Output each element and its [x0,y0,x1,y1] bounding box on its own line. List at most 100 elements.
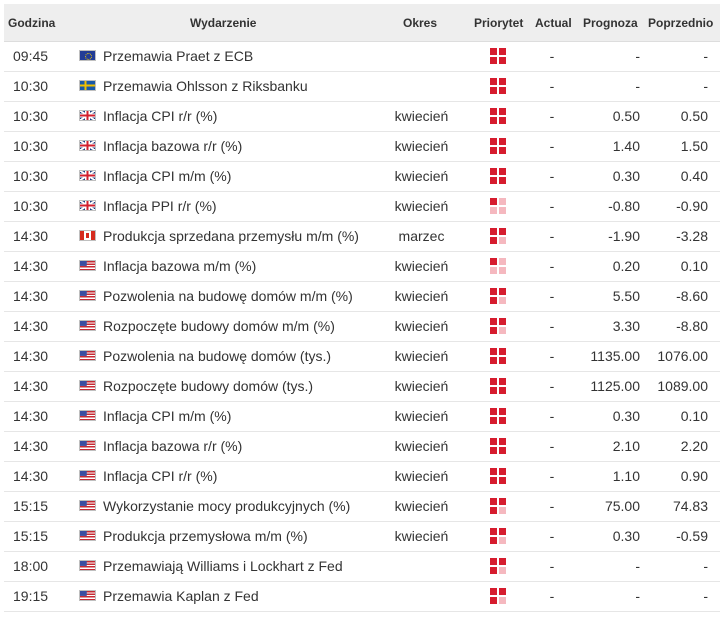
event-forecast: - [635,78,640,94]
gb-flag-icon [79,140,96,151]
event-forecast: 0.30 [612,408,640,424]
header-forecast[interactable]: Prognoza [583,16,638,30]
event-name[interactable]: Przemawia Praet z ECB [103,48,403,64]
table-row[interactable]: 14:30 Pozwolenia na budowę domów (tys.) kw… [4,342,720,372]
event-time: 19:15 [13,588,49,604]
event-name[interactable]: Pozwolenia na budowę domów m/m (%) [103,288,403,304]
priority-icon [490,408,506,424]
event-previous: 2.20 [680,438,708,454]
table-row[interactable]: 18:00 Przemawiają Williams i Lockhart z F… [4,552,720,582]
event-previous: -8.60 [676,288,708,304]
priority-icon [490,48,506,64]
event-time: 14:30 [13,228,49,244]
event-actual: - [549,138,555,154]
table-row[interactable]: 10:30 Inflacja PPI r/r (%) kwiecień - -0.80 -… [4,192,720,222]
table-row[interactable]: 19:15 Przemawia Kaplan z Fed - - - [4,582,720,612]
event-actual: - [549,228,555,244]
event-forecast: - [635,48,640,64]
table-row[interactable]: 14:30 Rozpoczęte budowy domów m/m (%) kwie… [4,312,720,342]
event-actual: - [549,498,555,514]
event-name[interactable]: Rozpoczęte budowy domów m/m (%) [103,318,403,334]
event-name[interactable]: Inflacja PPI r/r (%) [103,198,403,214]
event-previous: - [703,558,708,574]
event-name[interactable]: Inflacja bazowa r/r (%) [103,438,403,454]
priority-icon [490,258,506,274]
event-time: 10:30 [13,168,49,184]
header-previous[interactable]: Poprzednio [648,16,713,30]
table-row[interactable]: 15:15 Wykorzystanie mocy produkcyjnych (%… [4,492,720,522]
event-previous: 0.10 [680,258,708,274]
event-time: 15:15 [13,498,49,514]
event-period: kwiecień [394,108,449,124]
event-forecast: -1.90 [608,228,640,244]
event-time: 14:30 [13,468,49,484]
priority-icon [490,228,506,244]
event-name[interactable]: Pozwolenia na budowę domów (tys.) [103,348,403,364]
event-forecast: 0.20 [612,258,640,274]
table-row[interactable]: 10:30 Przemawia Ohlsson z Riksbanku - - - [4,72,720,102]
event-period: kwiecień [394,348,449,364]
event-name[interactable]: Wykorzystanie mocy produkcyjnych (%) [103,498,403,514]
header-actual[interactable]: Actual [535,16,572,30]
priority-icon [490,108,506,124]
event-name[interactable]: Przemawia Kaplan z Fed [103,588,403,604]
gb-flag-icon [79,110,96,121]
event-actual: - [549,348,555,364]
event-time: 14:30 [13,378,49,394]
event-period: kwiecień [394,498,449,514]
table-row[interactable]: 10:30 Inflacja bazowa r/r (%) kwiecień - 1.4… [4,132,720,162]
event-forecast: 3.30 [612,318,640,334]
event-name[interactable]: Przemawiają Williams i Lockhart z Fed [103,558,403,574]
header-period[interactable]: Okres [403,16,437,30]
event-actual: - [549,78,555,94]
priority-icon [490,528,506,544]
event-name[interactable]: Produkcja przemysłowa m/m (%) [103,528,403,544]
priority-icon [490,588,506,604]
economic-calendar: Godzina Wydarzenie Okres Priorytet Actua… [4,4,720,612]
event-name[interactable]: Inflacja bazowa r/r (%) [103,138,403,154]
table-row[interactable]: 10:30 Inflacja CPI r/r (%) kwiecień - 0.50 0.… [4,102,720,132]
event-name[interactable]: Inflacja CPI m/m (%) [103,168,403,184]
table-row[interactable]: 14:30 Pozwolenia na budowę domów m/m (%) k… [4,282,720,312]
event-name[interactable]: Rozpoczęte budowy domów (tys.) [103,378,403,394]
table-row[interactable]: 14:30 Inflacja CPI m/m (%) kwiecień - 0.30 0.… [4,402,720,432]
header-priority[interactable]: Priorytet [474,16,523,30]
event-actual: - [549,528,555,544]
table-row[interactable]: 15:15 Produkcja przemysłowa m/m (%) kwieci… [4,522,720,552]
se-flag-icon [79,80,96,91]
event-forecast: 0.30 [612,168,640,184]
event-actual: - [549,318,555,334]
event-time: 14:30 [13,408,49,424]
event-previous: - [703,78,708,94]
event-name[interactable]: Produkcja sprzedana przemysłu m/m (%) [103,228,403,244]
table-row[interactable]: 10:30 Inflacja CPI m/m (%) kwiecień - 0.30 0.… [4,162,720,192]
event-name[interactable]: Inflacja CPI r/r (%) [103,468,403,484]
event-name[interactable]: Inflacja CPI m/m (%) [103,408,403,424]
table-row[interactable]: 14:30 Inflacja bazowa m/m (%) kwiecień - 0.2… [4,252,720,282]
event-period: kwiecień [394,168,449,184]
event-previous: 0.10 [680,408,708,424]
table-header: Godzina Wydarzenie Okres Priorytet Actua… [4,4,720,42]
event-name[interactable]: Przemawia Ohlsson z Riksbanku [103,78,403,94]
table-row[interactable]: 14:30 Inflacja CPI r/r (%) kwiecień - 1.10 0.… [4,462,720,492]
header-time[interactable]: Godzina [8,16,55,30]
event-actual: - [549,108,555,124]
event-previous: 0.90 [680,468,708,484]
event-actual: - [549,378,555,394]
header-event[interactable]: Wydarzenie [190,16,256,30]
table-row[interactable]: 14:30 Produkcja sprzedana przemysłu m/m (… [4,222,720,252]
event-actual: - [549,48,555,64]
us-flag-icon [79,440,96,451]
event-previous: 0.50 [680,108,708,124]
priority-icon [490,468,506,484]
event-period: kwiecień [394,378,449,394]
event-time: 14:30 [13,288,49,304]
table-row[interactable]: 14:30 Inflacja bazowa r/r (%) kwiecień - 2.1… [4,432,720,462]
table-row[interactable]: 14:30 Rozpoczęte budowy domów (tys.) kwiec… [4,372,720,402]
event-previous: -3.28 [676,228,708,244]
event-name[interactable]: Inflacja bazowa m/m (%) [103,258,403,274]
event-time: 14:30 [13,438,49,454]
event-forecast: 1.40 [612,138,640,154]
table-row[interactable]: 09:45 Przemawia Praet z ECB - - - [4,42,720,72]
event-name[interactable]: Inflacja CPI r/r (%) [103,108,403,124]
